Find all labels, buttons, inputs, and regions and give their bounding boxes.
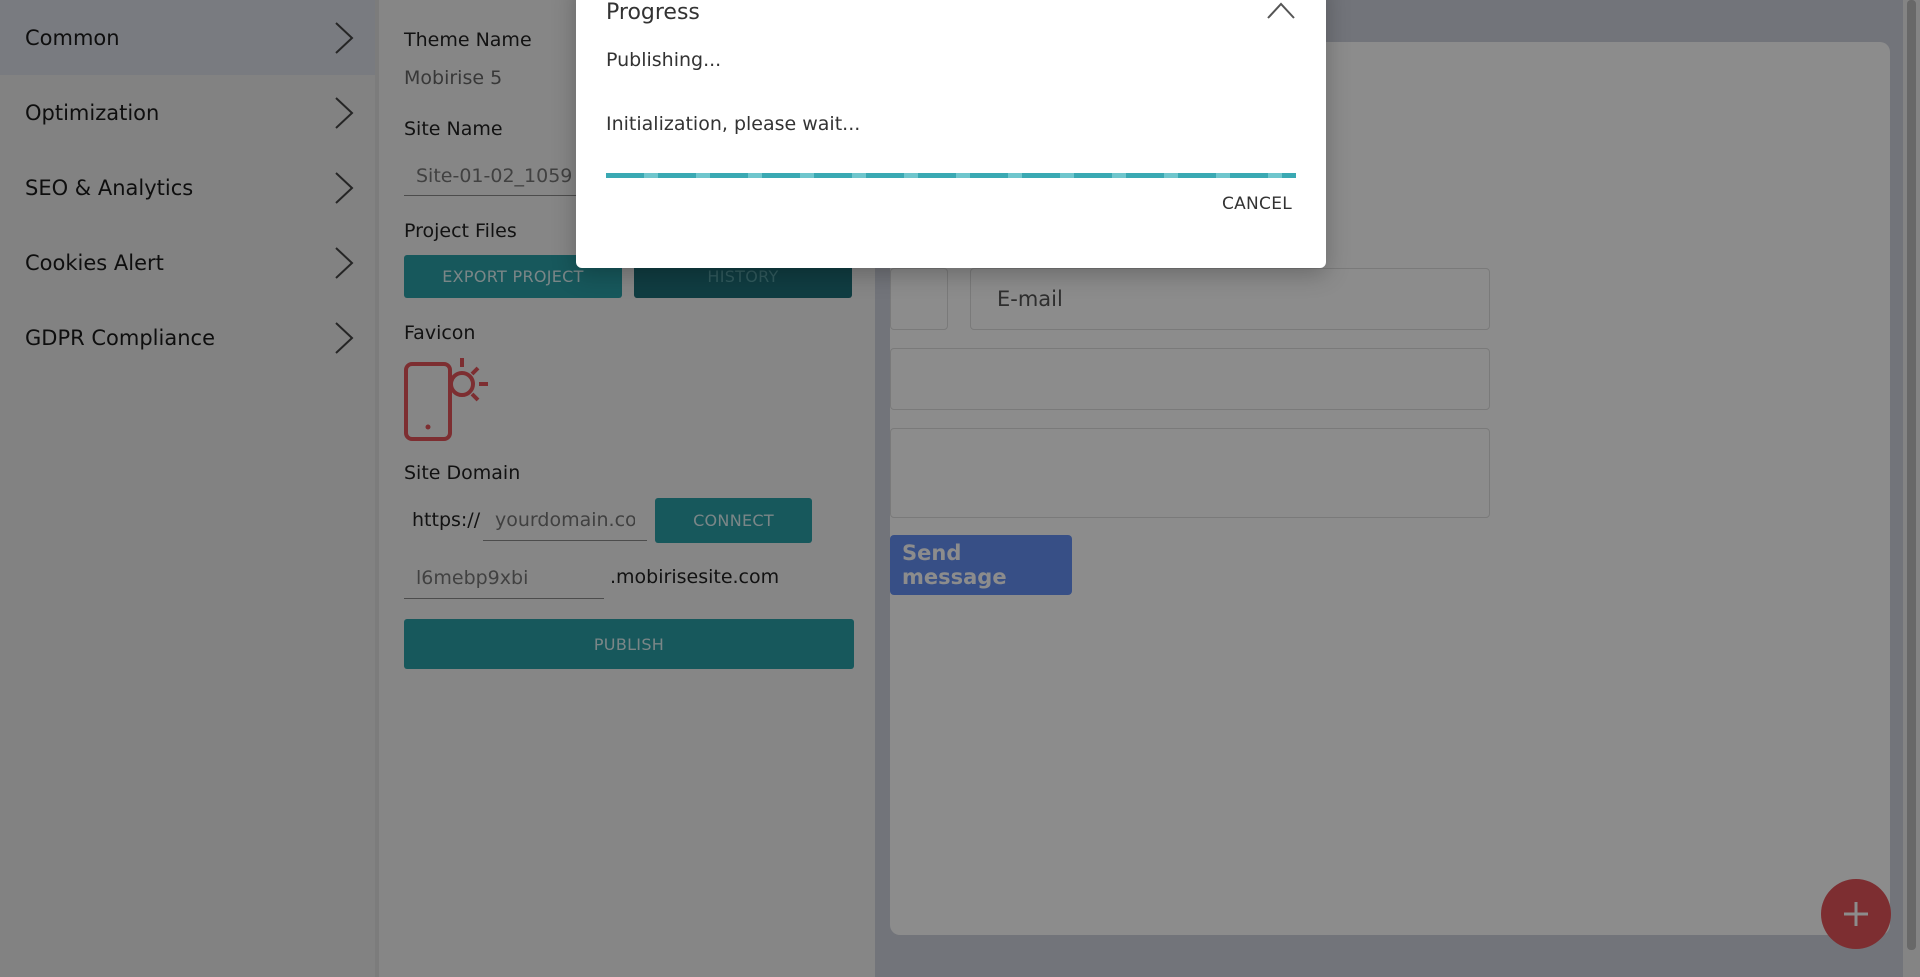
chevron-up-icon[interactable] (1266, 0, 1296, 20)
dialog-message: Initialization, please wait... (606, 113, 861, 135)
progress-dialog: Progress Publishing... Initialization, p… (576, 0, 1326, 268)
dialog-title: Progress (606, 0, 700, 25)
dialog-status: Publishing... (606, 49, 722, 71)
progress-bar (606, 173, 1296, 178)
cancel-button[interactable]: CANCEL (1212, 188, 1302, 220)
progress-bar-fill (606, 173, 1296, 178)
